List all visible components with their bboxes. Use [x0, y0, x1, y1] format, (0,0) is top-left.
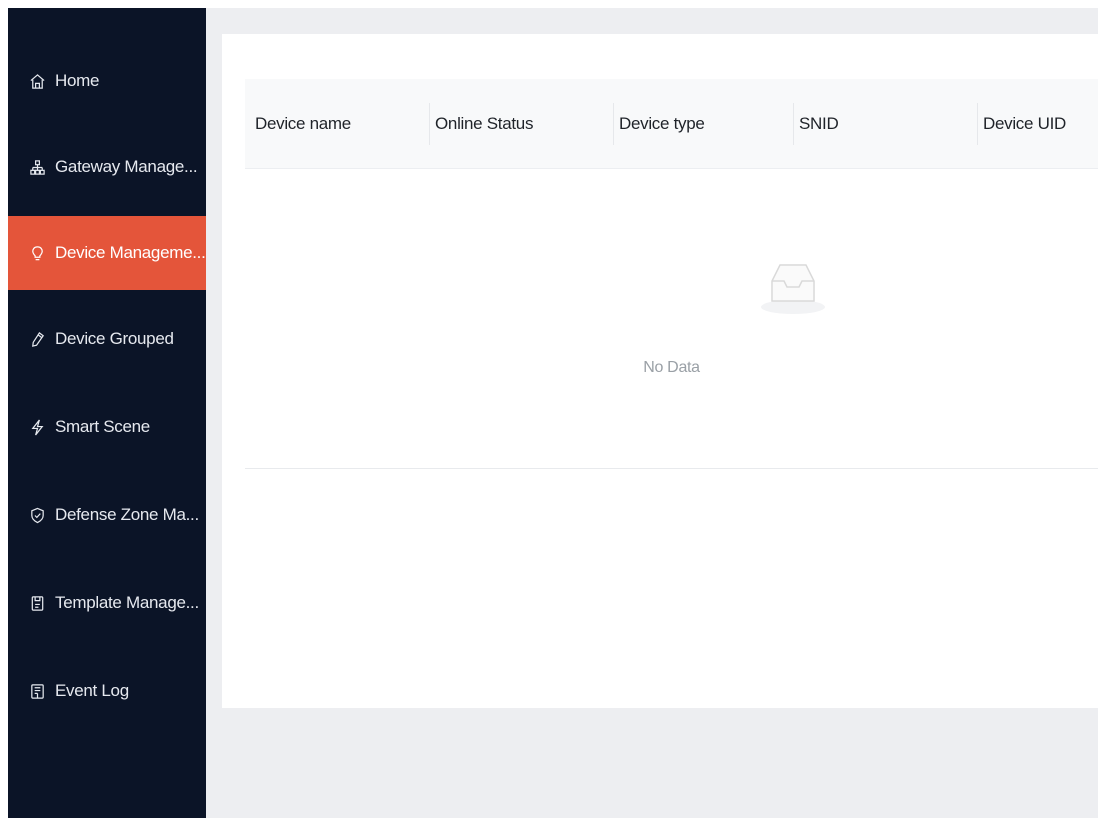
device-table: Device name Online Status Device type SN…	[245, 79, 1098, 469]
column-separator	[793, 103, 794, 145]
column-separator	[977, 103, 978, 145]
shield-icon	[28, 506, 46, 524]
sidebar-item-smart-scene[interactable]: Smart Scene	[8, 390, 206, 464]
log-icon	[28, 682, 46, 700]
empty-text: No Data	[643, 359, 700, 376]
sidebar-item-label: Home	[55, 71, 100, 90]
sidebar-item-label: Device Manageme...	[55, 243, 206, 262]
sidebar-item-label: Device Grouped	[55, 329, 174, 348]
column-header-device-name[interactable]: Device name	[255, 79, 351, 169]
sidebar-item-label: Event Log	[55, 681, 129, 700]
top-strip	[0, 0, 1098, 8]
sidebar: Home Gateway Manage... Device Manageme..…	[8, 8, 206, 818]
table-header: Device name Online Status Device type SN…	[245, 79, 1098, 169]
sidebar-item-defense-zone[interactable]: Defense Zone Ma...	[8, 478, 206, 552]
sidebar-item-label: Template Manage...	[55, 593, 199, 612]
column-separator	[613, 103, 614, 145]
empty-inbox-icon	[761, 264, 825, 314]
column-header-device-type[interactable]: Device type	[613, 79, 705, 169]
template-icon	[28, 594, 46, 612]
column-header-snid[interactable]: SNID	[793, 79, 839, 169]
sidebar-item-label: Gateway Manage...	[55, 157, 198, 176]
home-icon	[28, 72, 46, 90]
group-icon	[28, 330, 46, 348]
sidebar-item-template-management[interactable]: Template Manage...	[8, 566, 206, 640]
sidebar-item-home[interactable]: Home	[8, 44, 206, 118]
sidebar-item-gateway-management[interactable]: Gateway Manage...	[8, 130, 206, 204]
column-header-online-status[interactable]: Online Status	[429, 79, 533, 169]
sidebar-item-label: Smart Scene	[55, 417, 150, 436]
sidebar-item-device-grouped[interactable]: Device Grouped	[8, 302, 206, 376]
column-header-device-uid[interactable]: Device UID	[977, 79, 1066, 169]
sidebar-item-event-log[interactable]: Event Log	[8, 654, 206, 728]
table-empty-state: No Data	[245, 169, 1098, 469]
column-separator	[429, 103, 430, 145]
lightning-icon	[28, 418, 46, 436]
gateway-icon	[28, 158, 46, 176]
sidebar-item-device-management[interactable]: Device Manageme...	[8, 216, 206, 290]
sidebar-item-label: Defense Zone Ma...	[55, 505, 199, 524]
bulb-icon	[28, 244, 46, 262]
